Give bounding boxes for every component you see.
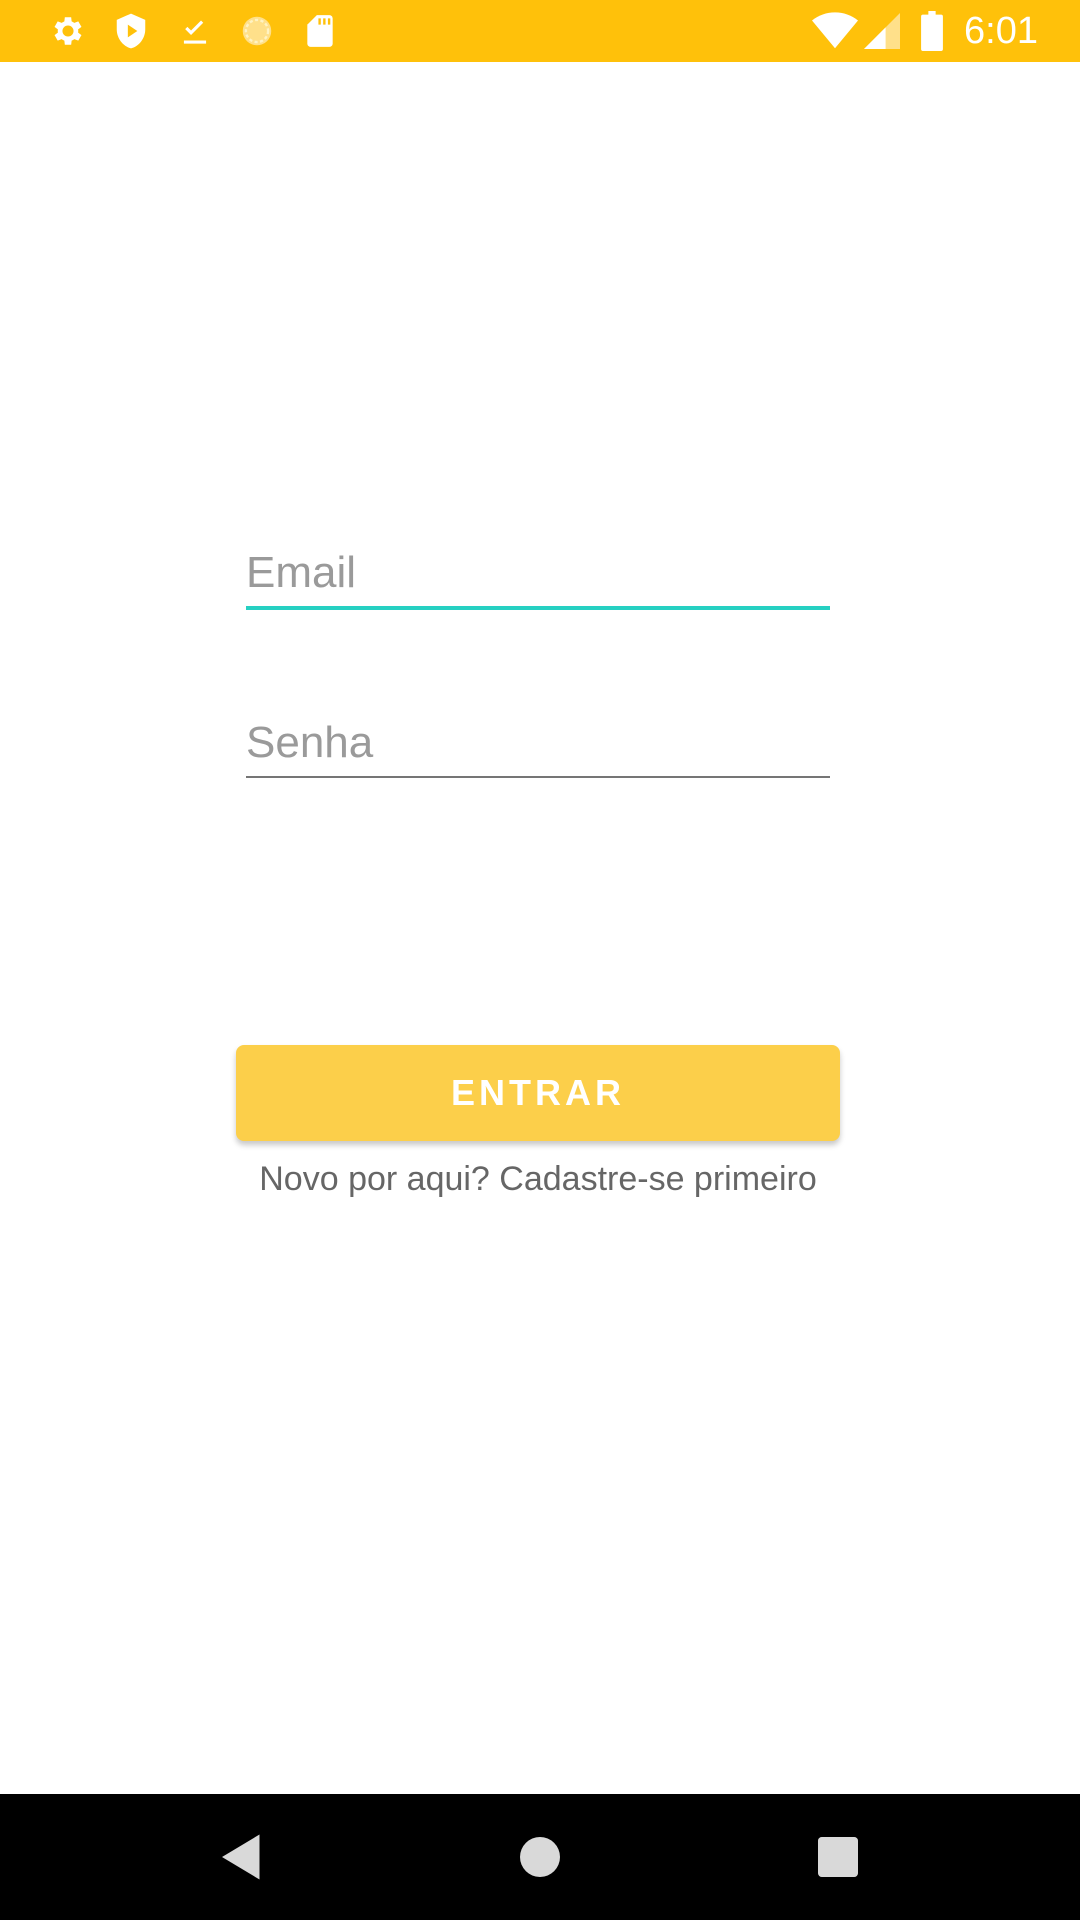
shield-play-icon bbox=[112, 12, 150, 50]
email-field[interactable] bbox=[246, 538, 830, 610]
signup-link[interactable]: Novo por aqui? Cadastre-se primeiro bbox=[236, 1160, 840, 1199]
sd-card-icon bbox=[301, 12, 339, 50]
home-icon[interactable] bbox=[510, 1827, 570, 1887]
back-icon[interactable] bbox=[212, 1827, 272, 1887]
navigation-bar bbox=[0, 1794, 1080, 1920]
login-screen: 6:01 ENTRAR Novo por aqui? Cadastre-se p… bbox=[0, 0, 1080, 1920]
email-input[interactable] bbox=[246, 538, 830, 608]
wifi-icon bbox=[812, 11, 858, 51]
status-bar: 6:01 bbox=[0, 0, 1080, 62]
email-underline bbox=[246, 606, 830, 610]
password-field[interactable] bbox=[246, 708, 830, 778]
battery-icon bbox=[920, 11, 944, 51]
password-input[interactable] bbox=[246, 708, 830, 778]
sun-icon bbox=[238, 12, 276, 50]
password-underline bbox=[246, 776, 830, 778]
recents-icon[interactable] bbox=[808, 1827, 868, 1887]
login-button[interactable]: ENTRAR bbox=[236, 1045, 840, 1141]
cell-signal-icon bbox=[864, 12, 900, 50]
gear-icon bbox=[49, 12, 87, 50]
download-done-icon bbox=[176, 12, 214, 50]
status-time: 6:01 bbox=[964, 10, 1038, 52]
